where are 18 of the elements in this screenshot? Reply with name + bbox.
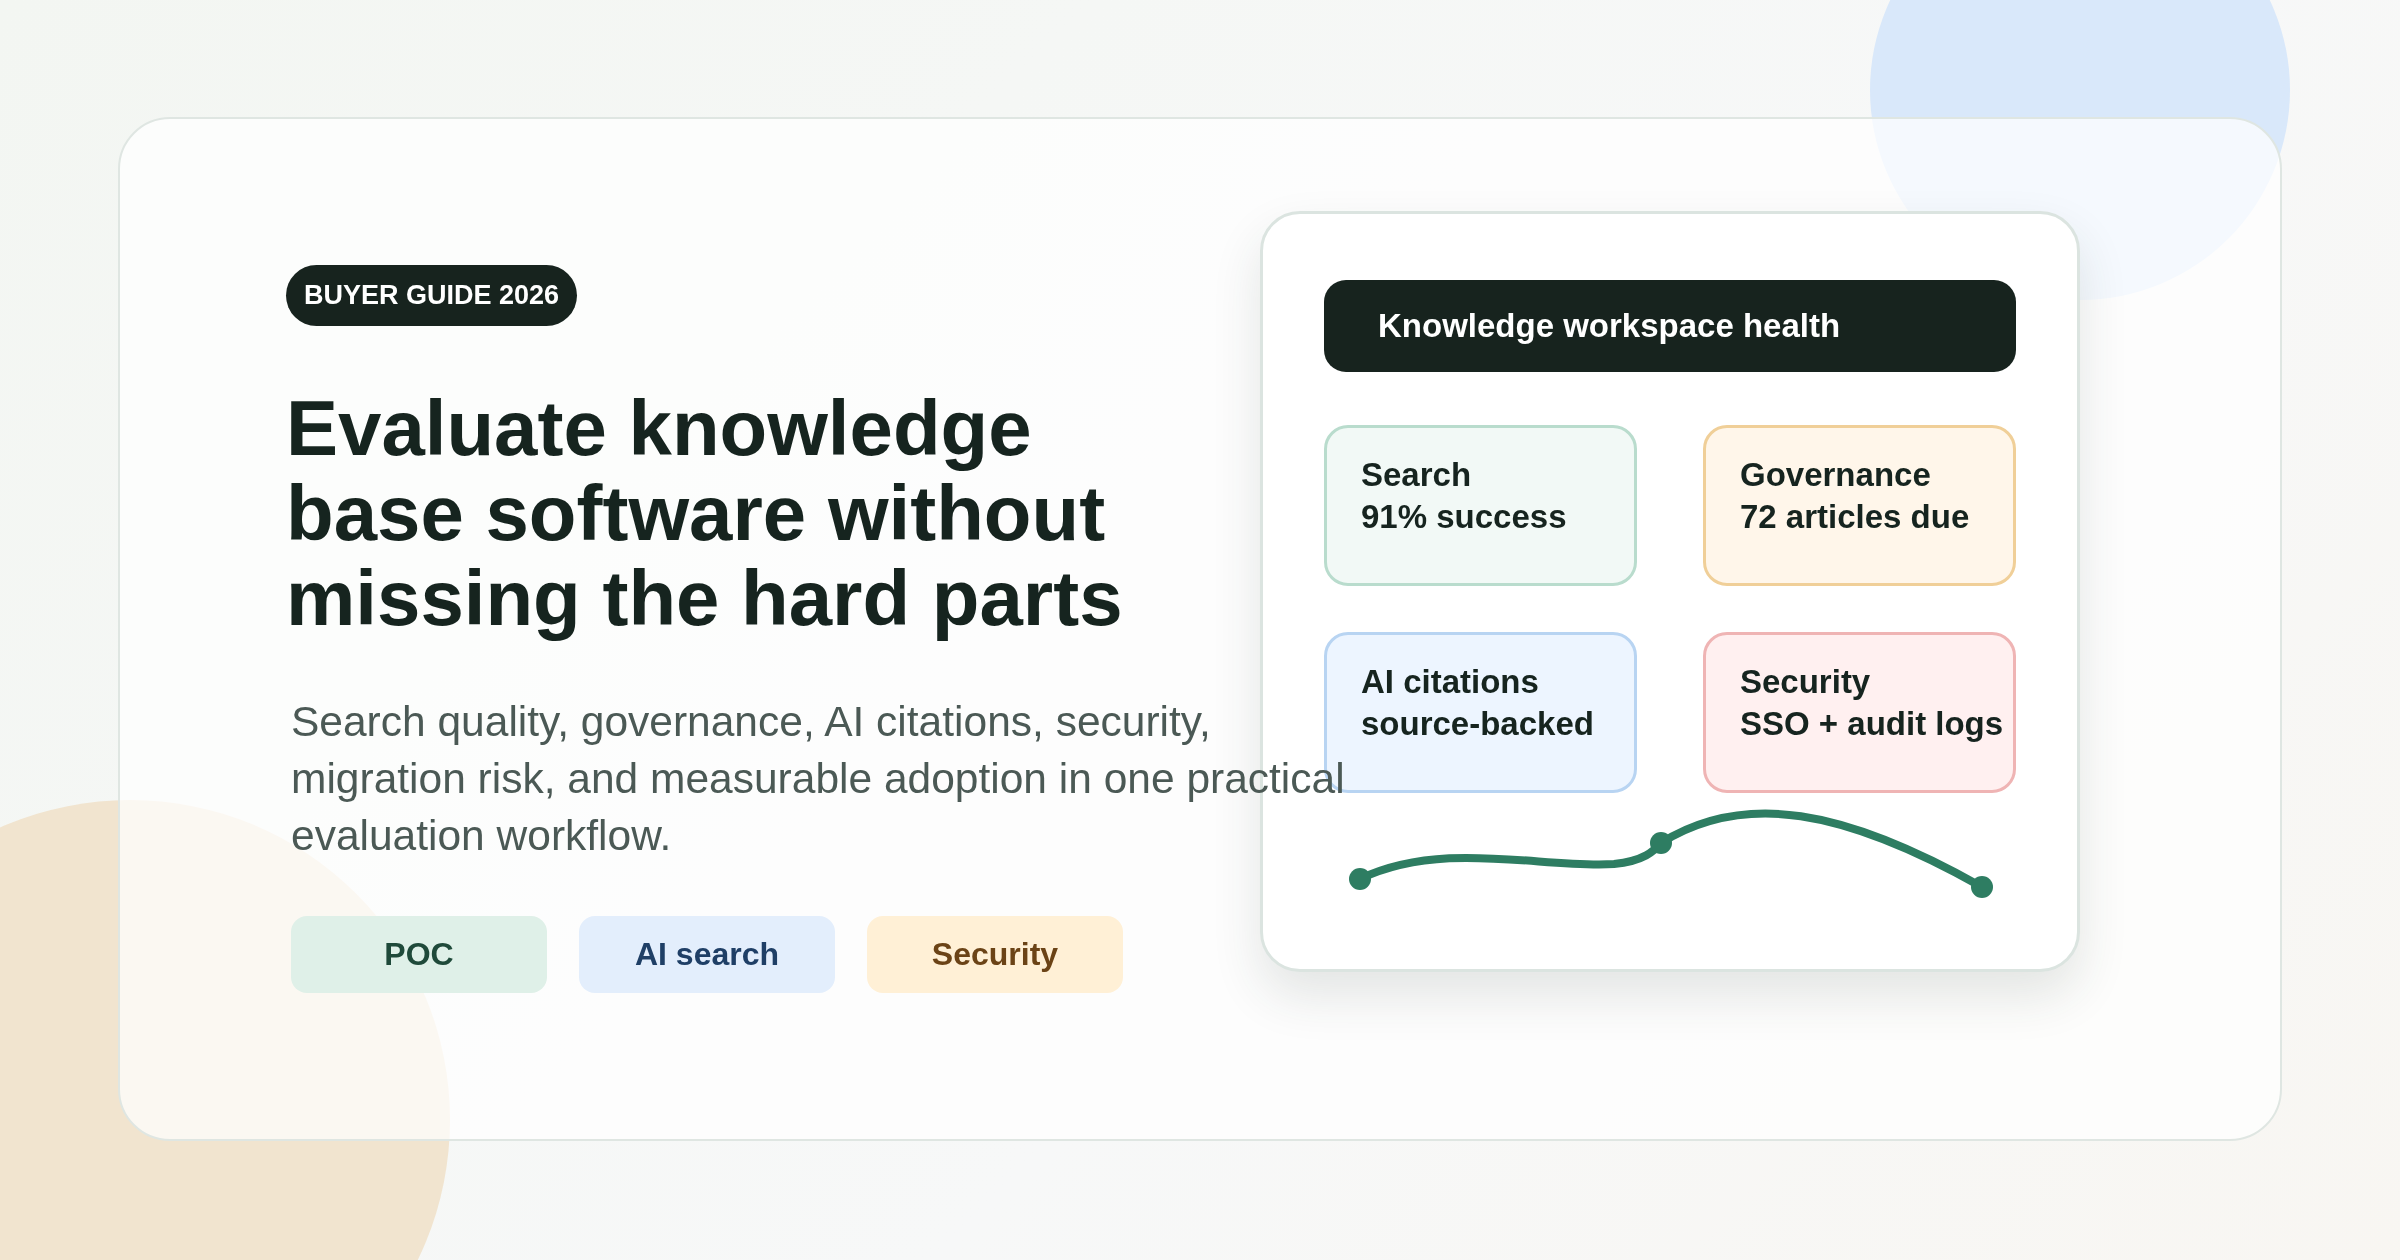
metric-title: Governance	[1740, 455, 1932, 495]
topic-tag: AI search	[579, 916, 835, 993]
data-point	[1650, 832, 1672, 854]
metric-value: SSO + audit logs	[1740, 704, 2005, 744]
topic-tag: Security	[867, 916, 1123, 993]
description-text: Search quality, governance, AI citations, security, migration risk, and measurable adoption in one practical evaluation workflow.	[291, 697, 1346, 861]
data-point	[1349, 868, 1371, 890]
metric-title: Search	[1361, 455, 1473, 495]
page-heading: Evaluate knowledge base software without missing the hard parts	[286, 386, 1124, 641]
metric-title: AI citations	[1361, 662, 1540, 702]
panel-header: Knowledge workspace health	[1324, 280, 2016, 372]
data-point	[1971, 876, 1993, 898]
metric-value: 91% success	[1361, 497, 1568, 537]
metric-title: Security	[1740, 662, 1872, 702]
metric-value: 72 articles due	[1740, 497, 1971, 537]
guide-badge: BUYER GUIDE 2026	[286, 265, 578, 326]
metric-value: source-backed	[1361, 704, 1595, 744]
topic-tag: POC	[291, 916, 547, 993]
